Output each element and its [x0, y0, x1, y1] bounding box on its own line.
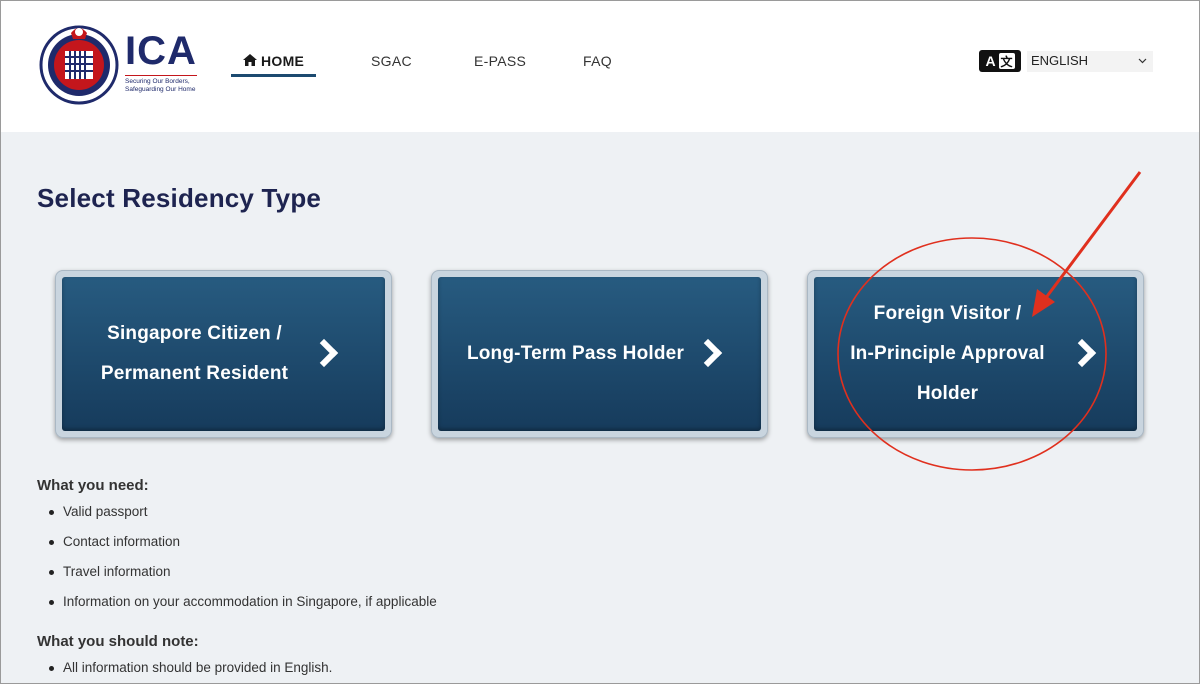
translate-az-icon: A 文 — [979, 50, 1021, 72]
note-heading: What you should note: — [37, 633, 199, 650]
chevron-right-icon — [693, 338, 723, 368]
card-foreign-visitor[interactable]: Foreign Visitor / In-Principle Approval … — [814, 277, 1137, 431]
nav-item-epass[interactable]: E-PASS — [474, 51, 526, 77]
list-item: All information should be provided in En… — [49, 660, 332, 675]
needs-heading: What you need: — [37, 477, 149, 494]
logo-tagline-2: Safeguarding Our Home — [125, 86, 196, 93]
language-selected: ENGLISH — [1031, 53, 1089, 68]
chevron-down-icon — [1138, 51, 1147, 79]
list-item: Contact information — [49, 534, 180, 549]
ica-crest-icon — [39, 25, 119, 105]
card-citizen-label: Singapore Citizen / Permanent Resident — [100, 323, 289, 384]
list-item: Valid passport — [49, 504, 148, 519]
nav-item-faq[interactable]: FAQ — [583, 51, 612, 77]
card-singapore-citizen[interactable]: Singapore Citizen / Permanent Resident — [62, 277, 385, 431]
chevron-right-icon — [1067, 338, 1097, 368]
card-visitor-frame: Foreign Visitor / In-Principle Approval … — [807, 270, 1144, 438]
nav-item-sgac[interactable]: SGAC — [371, 51, 412, 77]
page-title: Select Residency Type — [37, 183, 322, 213]
chevron-right-icon — [309, 338, 339, 368]
list-item: Information on your accommodation in Sin… — [49, 594, 437, 609]
card-visitor-label: Foreign Visitor / In-Principle Approval … — [850, 303, 1045, 404]
card-long-term-pass[interactable]: Long-Term Pass Holder — [438, 277, 761, 431]
card-ltp-frame: Long-Term Pass Holder — [431, 270, 768, 438]
nav-item-home[interactable]: HOME — [231, 51, 317, 77]
site-header: ICA Securing Our Borders, Safeguarding O… — [1, 1, 1199, 132]
card-ltp-label: Long-Term Pass Holder — [466, 343, 685, 364]
nav-home-label: HOME — [261, 53, 305, 69]
list-item: Travel information — [49, 564, 171, 579]
home-icon — [243, 51, 257, 71]
logo-wordmark: ICA — [125, 29, 197, 73]
card-citizen-frame: Singapore Citizen / Permanent Resident — [55, 270, 392, 438]
logo-tagline-1: Securing Our Borders, — [125, 75, 197, 86]
language-dropdown[interactable]: ENGLISH — [1027, 51, 1153, 72]
ica-logo[interactable]: ICA Securing Our Borders, Safeguarding O… — [39, 21, 209, 105]
